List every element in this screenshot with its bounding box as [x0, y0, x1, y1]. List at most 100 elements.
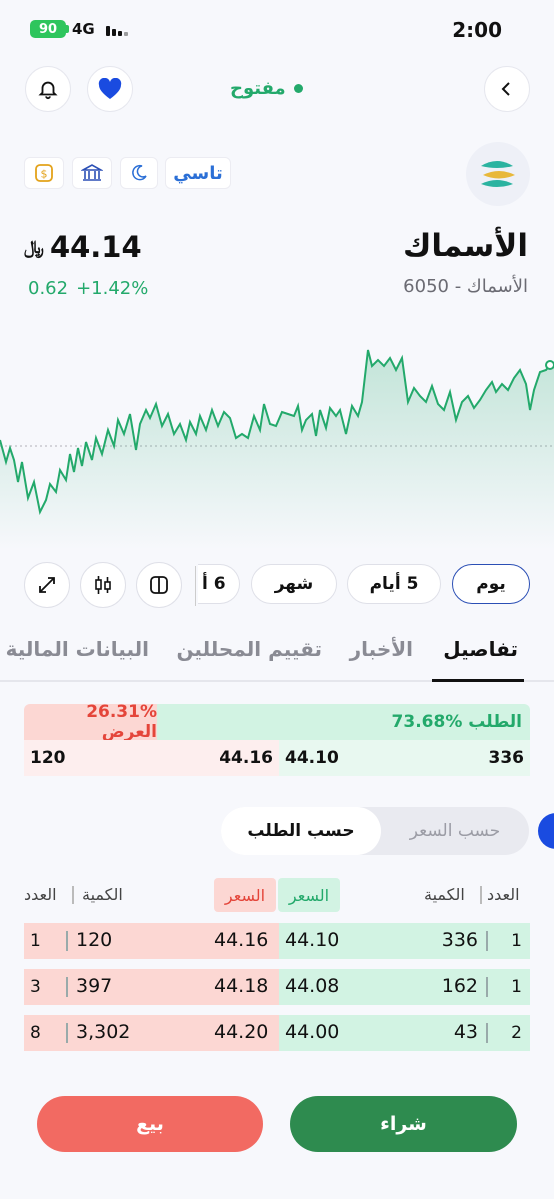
- ask-qty: 397: [76, 975, 113, 997]
- candlestick-icon: [95, 576, 111, 594]
- bell-icon: [38, 81, 58, 100]
- heart-icon: [98, 78, 122, 99]
- sell-label: بيع: [136, 1113, 164, 1135]
- chart-area: [0, 350, 554, 550]
- ask-price: 44.16: [214, 929, 269, 951]
- shariah-tag[interactable]: [120, 157, 158, 189]
- range-5d-button[interactable]: 5 أيام: [347, 564, 441, 604]
- compare-button[interactable]: [136, 562, 182, 608]
- depth-ratio-bar: 26.31% العرض الطلب %73.68: [24, 704, 530, 740]
- signal-icon: [106, 22, 128, 36]
- ask-price-header: السعر: [214, 878, 276, 912]
- ask-count: 8: [30, 1023, 41, 1043]
- ask-qty: 120: [76, 929, 113, 951]
- ask-price: 44.18: [214, 975, 269, 997]
- expand-button[interactable]: [24, 562, 70, 608]
- best-bid-price: 44.10: [285, 748, 339, 768]
- bid-ratio: الطلب %73.68: [157, 704, 530, 740]
- last-point: [545, 360, 554, 370]
- bid-qty-header: الكمية: [424, 885, 465, 904]
- bid-qty: 162: [441, 975, 478, 997]
- bank-icon: [81, 164, 103, 181]
- sell-button[interactable]: بيع: [37, 1096, 263, 1152]
- bid-count: 2: [511, 1023, 522, 1043]
- tab-financials[interactable]: البيانات المالية: [6, 637, 149, 661]
- by-price-option[interactable]: حسب السعر: [381, 807, 529, 855]
- tab-details[interactable]: تفاصيل: [443, 637, 518, 661]
- by-order-label: حسب الطلب: [247, 821, 355, 841]
- bid-ratio-label: الطلب %73.68: [391, 712, 522, 732]
- price-chart[interactable]: [0, 330, 554, 550]
- best-bid: 44.10 336: [279, 740, 530, 776]
- best-ask-price: 44.16: [219, 748, 273, 768]
- buy-button[interactable]: شراء: [290, 1096, 517, 1152]
- chevron-left-icon: [501, 82, 510, 96]
- toolbar-divider: [195, 566, 196, 606]
- riyal-icon: ﷼: [24, 236, 44, 258]
- bid-count-header: العدد: [487, 885, 520, 904]
- by-order-option[interactable]: حسب الطلب: [221, 807, 381, 855]
- range-6m-button[interactable]: 6 أ: [198, 564, 240, 604]
- stock-symbol: الأسماك - 6050: [403, 276, 528, 297]
- expand-icon: [39, 577, 55, 593]
- bid-count: 1: [511, 977, 522, 997]
- stock-price: 44.14: [49, 230, 142, 264]
- best-quotes-row: 120 44.16 44.10 336: [24, 740, 530, 776]
- candlestick-button[interactable]: [80, 562, 126, 608]
- ask-count: 3: [30, 977, 41, 997]
- market-status-label: مفتوح: [230, 78, 286, 99]
- by-price-label: حسب السعر: [409, 821, 501, 841]
- tab-news[interactable]: الأخبار: [350, 637, 413, 661]
- back-button[interactable]: [484, 66, 530, 112]
- market-status: مفتوح: [230, 78, 303, 99]
- range-month-label: شهر: [274, 574, 314, 594]
- best-ask: 120 44.16: [24, 740, 279, 776]
- status-dot: [293, 84, 303, 93]
- book-row[interactable]: 3 397 44.18 44.08 162 1: [24, 969, 530, 1005]
- bid-price: 44.10: [285, 929, 340, 951]
- index-tag[interactable]: تاسي: [165, 157, 231, 189]
- range-month-button[interactable]: شهر: [251, 564, 337, 604]
- favorite-button[interactable]: [87, 66, 133, 112]
- company-logo: [466, 142, 530, 206]
- header-separator: [72, 886, 74, 904]
- book-row[interactable]: 8 3,302 44.20 44.00 43 2: [24, 1015, 530, 1051]
- ask-price: 44.20: [214, 1021, 269, 1043]
- range-day-label: يوم: [476, 574, 506, 594]
- bid-price: 44.08: [285, 975, 340, 997]
- change-value: 0.62: [28, 278, 69, 299]
- notifications-button[interactable]: [25, 66, 71, 112]
- bid-qty: 43: [453, 1021, 478, 1043]
- dividend-tag[interactable]: $: [24, 157, 64, 189]
- fish-logo-icon: [481, 161, 515, 187]
- buy-label: شراء: [380, 1113, 427, 1135]
- bid-count: 1: [511, 931, 522, 951]
- tab-indicator: [432, 679, 524, 682]
- range-5d-label: 5 أيام: [369, 574, 419, 594]
- bid-price-header: السعر: [278, 878, 340, 912]
- battery-cap: [66, 25, 69, 33]
- stock-name: الأسماك: [402, 228, 528, 264]
- dollar-icon: $: [35, 164, 53, 182]
- floating-action-button[interactable]: [538, 813, 554, 849]
- change-percent: +1.42%: [76, 278, 149, 299]
- tab-analysts[interactable]: تقييم المحللين: [176, 637, 322, 661]
- ask-count: 1: [30, 931, 41, 951]
- bid-qty: 336: [441, 929, 478, 951]
- range-6m-label: 6 أ: [202, 574, 226, 594]
- bank-tag[interactable]: [72, 157, 112, 189]
- book-row[interactable]: 1 120 44.16 44.10 336 1: [24, 923, 530, 959]
- crescent-icon: [132, 164, 147, 181]
- ask-qty-header: الكمية: [82, 885, 123, 904]
- ask-ratio-label: 26.31% العرض: [86, 704, 157, 740]
- clock: 2:00: [452, 18, 502, 42]
- ask-ratio: 26.31% العرض: [24, 704, 157, 740]
- price-change: 0.62 +1.42%: [28, 278, 148, 299]
- svg-text:$: $: [41, 168, 48, 181]
- header-separator: [480, 886, 482, 904]
- price-block: ﷼ 44.14: [24, 230, 142, 264]
- best-ask-qty: 120: [30, 748, 66, 768]
- range-day-button[interactable]: يوم: [452, 564, 530, 604]
- ask-count-header: العدد: [24, 885, 57, 904]
- best-bid-qty: 336: [488, 748, 525, 768]
